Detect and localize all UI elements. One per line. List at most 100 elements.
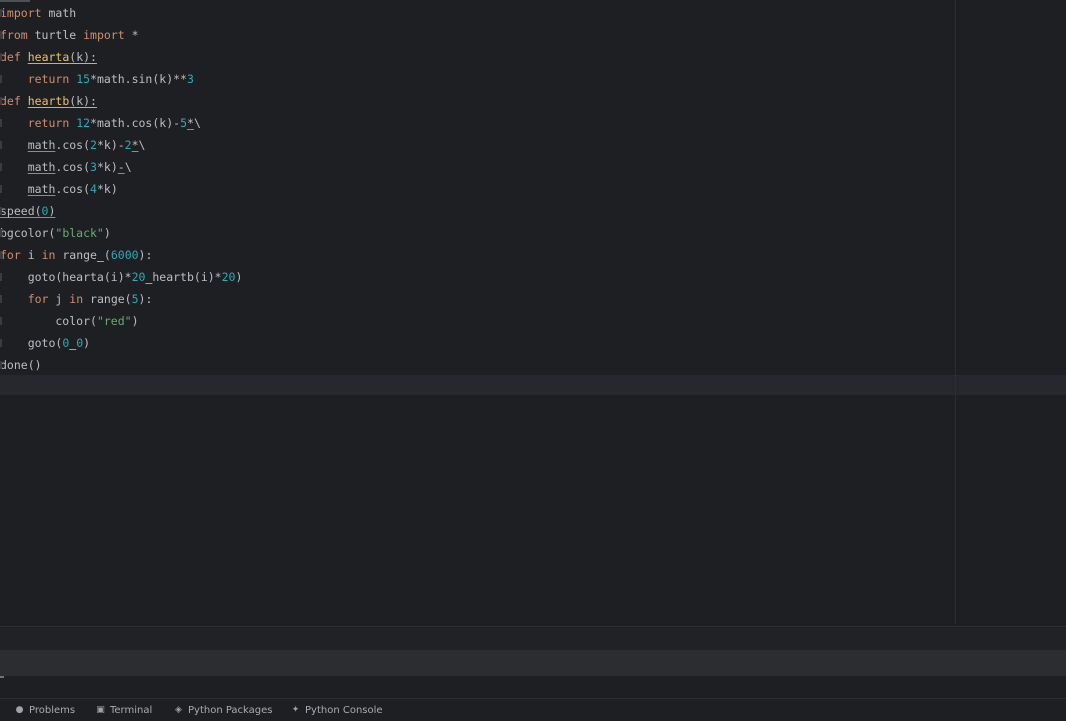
gutter-marker bbox=[0, 273, 2, 281]
gutter-marker bbox=[0, 207, 2, 215]
code-token: return bbox=[27, 116, 70, 130]
code-token: 5 bbox=[131, 292, 139, 306]
code-token: ) bbox=[48, 204, 56, 218]
gutter-marker bbox=[0, 53, 2, 61]
gutter-marker bbox=[0, 185, 2, 193]
code-line[interactable]: def hearta(k): bbox=[0, 46, 956, 68]
code-token: * bbox=[124, 28, 139, 42]
code-token: 2 bbox=[90, 138, 97, 152]
code-line[interactable]: goto(hearta(i)*20_heartb(i)*20) bbox=[0, 266, 956, 288]
code-token: ) bbox=[83, 336, 91, 350]
tab-problems-label: Problems bbox=[29, 705, 76, 716]
code-token: in bbox=[41, 248, 56, 262]
code-token: ) bbox=[103, 226, 111, 240]
code-token: bgcolor( bbox=[0, 226, 56, 240]
gutter-marker bbox=[0, 361, 2, 369]
code-line[interactable]: from turtle import * bbox=[0, 24, 956, 46]
tool-window-strip[interactable] bbox=[0, 650, 1066, 676]
code-line[interactable]: for j in range(5): bbox=[0, 288, 956, 310]
code-token: .cos( bbox=[55, 182, 91, 196]
code-token: \ bbox=[124, 160, 132, 174]
code-token: ) bbox=[235, 270, 243, 284]
code-token: return bbox=[27, 72, 70, 86]
code-line[interactable]: speed(0) bbox=[0, 200, 956, 222]
terminal-icon: ▣ bbox=[96, 705, 105, 715]
code-token: done() bbox=[0, 358, 42, 372]
code-token: \ bbox=[138, 138, 146, 152]
gutter-marker bbox=[0, 75, 2, 83]
gutter-marker bbox=[0, 9, 2, 17]
code-token: hearta bbox=[27, 50, 70, 64]
code-token: .cos( bbox=[55, 138, 91, 152]
code-token: from bbox=[0, 28, 28, 42]
code-token: 4 bbox=[90, 182, 97, 196]
code-line[interactable]: return 12*math.cos(k)-5*\ bbox=[0, 112, 956, 134]
gutter-marker bbox=[0, 97, 2, 105]
code-token: goto(hearta(i)* bbox=[0, 270, 132, 284]
tool-window-tabs: ● Problems ▣ Terminal ◈ Python Packages … bbox=[0, 698, 1066, 721]
gutter-marker bbox=[0, 141, 2, 149]
code-line[interactable]: math.cos(4*k) bbox=[0, 178, 956, 200]
code-token: 15 bbox=[76, 72, 91, 86]
code-token: "red" bbox=[96, 314, 132, 328]
code-line[interactable]: color("red") bbox=[0, 310, 956, 332]
code-line[interactable]: done() bbox=[0, 354, 956, 376]
code-line[interactable]: goto(0_0) bbox=[0, 332, 956, 354]
gutter-marker bbox=[0, 163, 2, 171]
tab-problems[interactable]: ● Problems bbox=[14, 702, 76, 719]
code-token: ): bbox=[138, 248, 153, 262]
code-token: ): bbox=[138, 292, 153, 306]
strip-marker bbox=[0, 676, 4, 678]
code-token: ) bbox=[131, 314, 139, 328]
gutter-marker bbox=[0, 295, 2, 303]
caret-row-highlight bbox=[0, 375, 1066, 395]
code-line[interactable]: def heartb(k): bbox=[0, 90, 956, 112]
code-line[interactable]: return 15*math.sin(k)**3 bbox=[0, 68, 956, 90]
code-token: heartb bbox=[27, 94, 70, 108]
code-line[interactable]: for i in range_(6000): bbox=[0, 244, 956, 266]
tab-terminal[interactable]: ▣ Terminal bbox=[95, 702, 152, 719]
code-token: math bbox=[27, 160, 56, 174]
code-token: *k) bbox=[96, 160, 118, 174]
code-token: \ bbox=[193, 116, 201, 130]
code-token: _ bbox=[96, 248, 104, 262]
code-token: def bbox=[0, 94, 21, 108]
code-token: i bbox=[20, 248, 42, 262]
code-token: import bbox=[0, 6, 42, 20]
tab-python-packages-label: Python Packages bbox=[188, 705, 273, 716]
code-line[interactable]: math.cos(3*k)-\ bbox=[0, 156, 956, 178]
code-line[interactable]: math.cos(2*k)-2*\ bbox=[0, 134, 956, 156]
code-token: 20 bbox=[221, 270, 236, 284]
gutter-marker bbox=[0, 339, 2, 347]
code-line[interactable]: import math bbox=[0, 2, 956, 24]
code-token: for bbox=[27, 292, 49, 306]
code-token: 3 bbox=[90, 160, 97, 174]
problems-icon: ● bbox=[15, 705, 24, 715]
gutter-marker bbox=[0, 119, 2, 127]
code-line[interactable]: bgcolor("black") bbox=[0, 222, 956, 244]
code-token: range bbox=[55, 248, 97, 262]
code-token: color( bbox=[0, 314, 97, 328]
code-token: goto( bbox=[0, 336, 63, 350]
code-editor[interactable]: import math from turtle import * def heart… bbox=[0, 0, 1066, 626]
code-token: math bbox=[27, 138, 56, 152]
code-token: *k)- bbox=[96, 138, 125, 152]
code-token: * bbox=[131, 138, 139, 152]
code-token: 3 bbox=[186, 72, 194, 86]
code-token: 20 bbox=[131, 270, 146, 284]
tab-python-console-label: Python Console bbox=[305, 705, 383, 716]
code-token: speed( bbox=[0, 204, 42, 218]
code-token: (k): bbox=[69, 94, 97, 108]
gutter-marker bbox=[0, 229, 2, 237]
code-lines[interactable]: import math from turtle import * def heart… bbox=[0, 2, 956, 376]
code-token: turtle bbox=[27, 28, 84, 42]
tab-python-console[interactable]: ✦ Python Console bbox=[290, 702, 383, 719]
code-token: (k): bbox=[69, 50, 97, 64]
tab-python-packages[interactable]: ◈ Python Packages bbox=[173, 702, 273, 719]
